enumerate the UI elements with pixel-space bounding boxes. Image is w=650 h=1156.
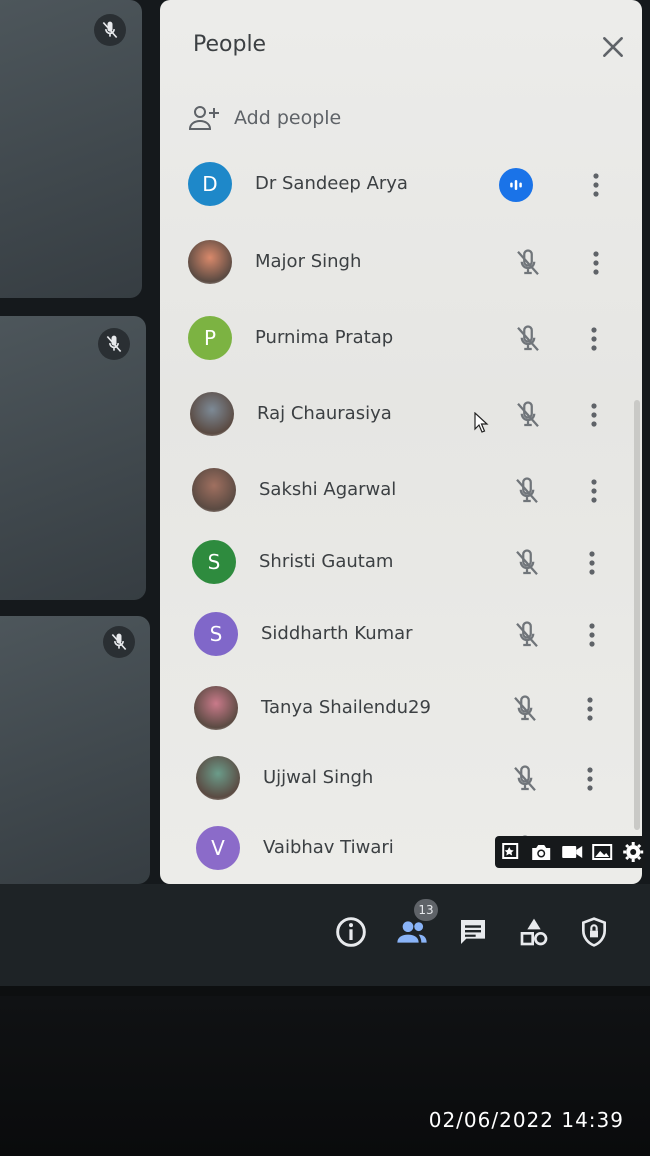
tile-mic-off-icon <box>94 14 126 46</box>
speaking-indicator-icon <box>499 168 533 202</box>
participant-name: Dr Sandeep Arya <box>255 173 408 194</box>
panel-scrollbar[interactable] <box>634 400 640 830</box>
participant-row[interactable]: Ujjwal Singh <box>196 756 616 806</box>
participant-avatar <box>192 468 236 512</box>
add-people-button[interactable]: Add people <box>188 104 341 132</box>
participant-name: Major Singh <box>255 251 362 272</box>
video-camera-icon[interactable] <box>560 840 584 864</box>
more-options-icon[interactable] <box>582 548 602 578</box>
gallery-icon[interactable] <box>590 840 614 864</box>
mic-off-icon[interactable] <box>510 694 540 724</box>
mic-off-icon[interactable] <box>513 248 543 278</box>
participant-row[interactable]: S Shristi Gautam <box>192 540 612 590</box>
sticker-icon[interactable] <box>499 840 523 864</box>
activities-icon[interactable] <box>518 916 550 948</box>
participant-row[interactable]: Sakshi Agarwal <box>192 468 612 518</box>
participant-name: Ujjwal Singh <box>263 767 374 788</box>
mic-off-icon[interactable] <box>512 476 542 506</box>
more-options-icon[interactable] <box>586 170 606 200</box>
mic-off-icon[interactable] <box>513 324 543 354</box>
participant-name: Purnima Pratap <box>255 327 394 348</box>
more-options-icon[interactable] <box>580 764 600 794</box>
tile-mic-off-icon <box>103 626 135 658</box>
participant-row[interactable]: Raj Chaurasiya <box>190 392 610 442</box>
close-icon[interactable] <box>600 34 626 60</box>
participant-avatar: P <box>188 316 232 360</box>
host-controls-shield-icon[interactable] <box>578 916 610 948</box>
participant-name: Shristi Gautam <box>259 551 394 572</box>
settings-gear-icon[interactable] <box>621 840 645 864</box>
mic-off-icon[interactable] <box>513 400 543 430</box>
more-options-icon[interactable] <box>584 476 604 506</box>
people-panel: People Add people D Dr Sandeep Arya Major … <box>160 0 642 884</box>
meeting-info-icon[interactable] <box>335 916 367 948</box>
add-people-label: Add people <box>234 107 342 129</box>
participant-avatar <box>188 240 232 284</box>
video-tile-1[interactable] <box>0 0 142 298</box>
add-person-icon <box>188 106 219 130</box>
taskbar-area <box>0 996 650 1156</box>
panel-title: People <box>193 32 267 57</box>
photo-timestamp: 02/06/2022 14:39 <box>428 1108 624 1132</box>
more-options-icon[interactable] <box>586 248 606 278</box>
participant-avatar: S <box>192 540 236 584</box>
camera-overlay-toolbar <box>495 836 645 868</box>
mic-off-icon[interactable] <box>512 548 542 578</box>
participant-name: Vaibhav Tiwari <box>263 837 394 858</box>
participant-avatar <box>190 392 234 436</box>
participant-avatar: V <box>196 826 240 870</box>
tile-mic-off-icon <box>98 328 130 360</box>
video-tile-2[interactable] <box>0 316 146 600</box>
participant-name: Raj Chaurasiya <box>257 403 392 424</box>
participant-avatar <box>196 756 240 800</box>
more-options-icon[interactable] <box>580 694 600 724</box>
chat-icon[interactable] <box>457 916 489 948</box>
mouse-cursor-icon <box>474 412 489 433</box>
participant-row[interactable]: Major Singh <box>188 240 608 290</box>
bottom-control-bar <box>0 884 650 986</box>
participant-name: Siddharth Kumar <box>261 623 413 644</box>
participant-row[interactable]: D Dr Sandeep Arya <box>188 162 608 212</box>
more-options-icon[interactable] <box>584 400 604 430</box>
mic-off-icon[interactable] <box>510 764 540 794</box>
participant-row[interactable]: S Siddharth Kumar <box>194 612 614 662</box>
participant-avatar <box>194 686 238 730</box>
participant-avatar: S <box>194 612 238 656</box>
participant-avatar: D <box>188 162 232 206</box>
participant-row[interactable]: Tanya Shailendu29 <box>194 686 614 736</box>
participant-row[interactable]: P Purnima Pratap <box>188 316 608 366</box>
more-options-icon[interactable] <box>584 324 604 354</box>
participant-name: Tanya Shailendu29 <box>261 697 431 718</box>
participant-name: Sakshi Agarwal <box>259 479 397 500</box>
more-options-icon[interactable] <box>582 620 602 650</box>
mic-off-icon[interactable] <box>512 620 542 650</box>
video-tile-3[interactable] <box>0 616 150 884</box>
screen-bezel <box>0 986 650 996</box>
people-count-badge: 13 <box>414 899 438 921</box>
camera-icon[interactable] <box>529 840 553 864</box>
